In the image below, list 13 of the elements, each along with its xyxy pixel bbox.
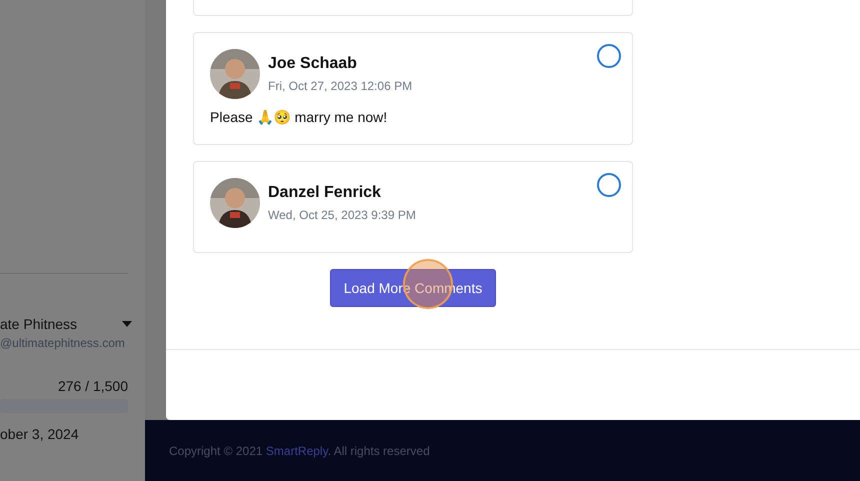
account-name[interactable]: ate Phitness: [0, 316, 78, 332]
commenter-name: Danzel Fenrick: [268, 184, 382, 202]
select-radio[interactable]: [597, 173, 621, 197]
select-radio[interactable]: [597, 44, 621, 68]
comment-date: Fri, Oct 27, 2023 12:06 PM: [268, 79, 412, 93]
renewal-date: ober 3, 2024: [0, 426, 80, 442]
usage-count: 276 / 1,500: [56, 378, 128, 394]
comment-date: Wed, Oct 25, 2023 9:39 PM: [268, 208, 416, 222]
commenter-name: Joe Schaab: [268, 55, 358, 73]
comment-text: Please 🙏🥺 marry me now!: [210, 109, 388, 125]
caret-icon[interactable]: [122, 321, 132, 327]
account-email: @ultimatephitness.com: [0, 336, 126, 350]
copyright-text: Copyright © 2021 SmartReply. All rights reserved: [169, 444, 430, 458]
